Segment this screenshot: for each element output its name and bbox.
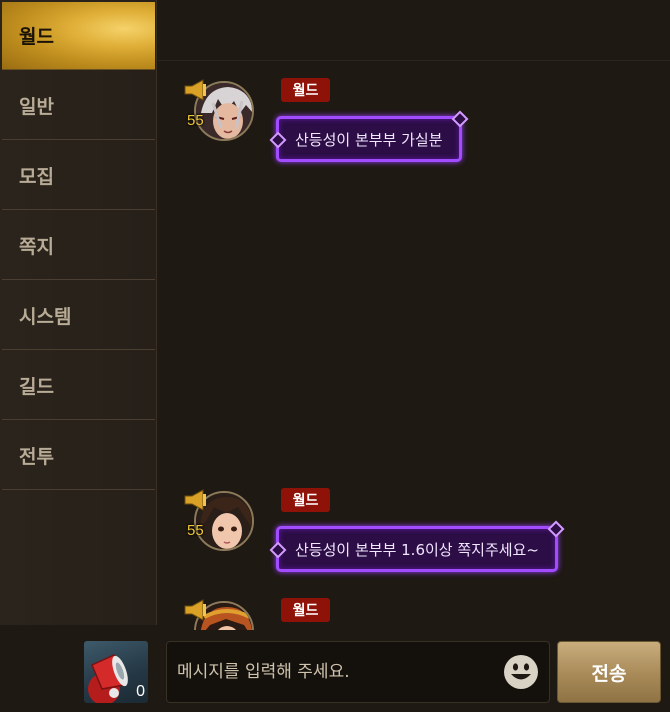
channel-badge: 월드 — [281, 488, 330, 512]
tab-world[interactable]: 월드 — [2, 2, 155, 70]
megaphone-item-button[interactable]: 0 — [84, 641, 148, 703]
tab-guild[interactable]: 길드 — [2, 352, 155, 420]
player-level: 55 — [187, 112, 204, 129]
player-level: 55 — [187, 522, 204, 539]
tab-battle[interactable]: 전투 — [2, 422, 155, 490]
channel-badge: 월드 — [281, 598, 330, 622]
megaphone-icon — [184, 79, 206, 101]
message-input-box[interactable] — [166, 641, 550, 703]
divider — [158, 60, 670, 61]
tab-label: 모집 — [19, 166, 54, 188]
emoji-icon[interactable] — [503, 654, 539, 690]
tab-label: 일반 — [19, 96, 54, 118]
message-bubble[interactable]: 산등성이 본부부 가실분 — [276, 116, 462, 162]
tab-label: 전투 — [19, 446, 54, 468]
tab-label: 시스템 — [19, 306, 72, 328]
message-input[interactable] — [177, 642, 497, 702]
tab-label: 월드 — [19, 26, 54, 48]
tab-label: 길드 — [19, 376, 54, 398]
player-avatar-frame[interactable] — [183, 598, 255, 630]
channel-badge: 월드 — [281, 78, 330, 102]
send-button[interactable]: 전송 — [557, 641, 661, 703]
megaphone-icon — [184, 599, 206, 621]
chat-log[interactable]: 55 월드 산등성이 본부부 가실분 55 월드 산등성이 본부부 1.6이상 … — [158, 0, 670, 630]
megaphone-count: 0 — [136, 683, 145, 700]
tab-whisper[interactable]: 쪽지 — [2, 212, 155, 280]
player-avatar-frame[interactable]: 55 — [183, 488, 255, 560]
player-avatar-frame[interactable]: 55 — [183, 78, 255, 150]
tab-system[interactable]: 시스템 — [2, 282, 155, 350]
tab-general[interactable]: 일반 — [2, 72, 155, 140]
tab-recruit[interactable]: 모집 — [2, 142, 155, 210]
megaphone-icon — [184, 489, 206, 511]
chat-input-bar: 0 전송 — [0, 630, 670, 712]
tab-label: 쪽지 — [19, 236, 54, 258]
message-bubble[interactable]: 산등성이 본부부 1.6이상 쪽지주세요~ — [276, 526, 558, 572]
channel-sidebar: 월드 일반 모집 쪽지 시스템 길드 전투 — [0, 0, 157, 625]
